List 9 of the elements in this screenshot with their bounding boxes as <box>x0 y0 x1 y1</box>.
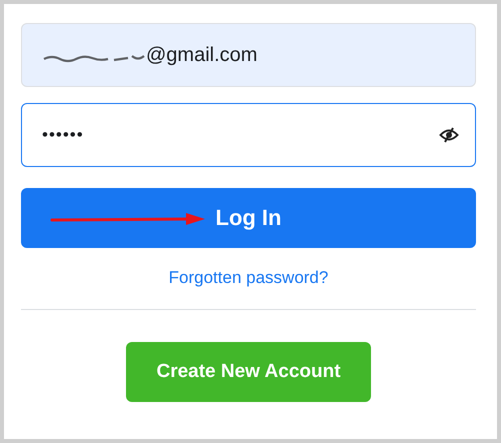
password-field[interactable]: •••••• <box>21 103 476 167</box>
forgotten-password-link[interactable]: Forgotten password? <box>168 268 328 288</box>
password-dots: •••••• <box>42 125 84 145</box>
email-text: @gmail.com <box>146 44 258 66</box>
login-button[interactable]: Log In <box>21 188 476 248</box>
eye-slash-icon[interactable] <box>439 127 459 143</box>
email-field[interactable]: @gmail.com <box>21 23 476 87</box>
create-account-button[interactable]: Create New Account <box>126 342 371 402</box>
arrow-icon <box>50 212 206 226</box>
